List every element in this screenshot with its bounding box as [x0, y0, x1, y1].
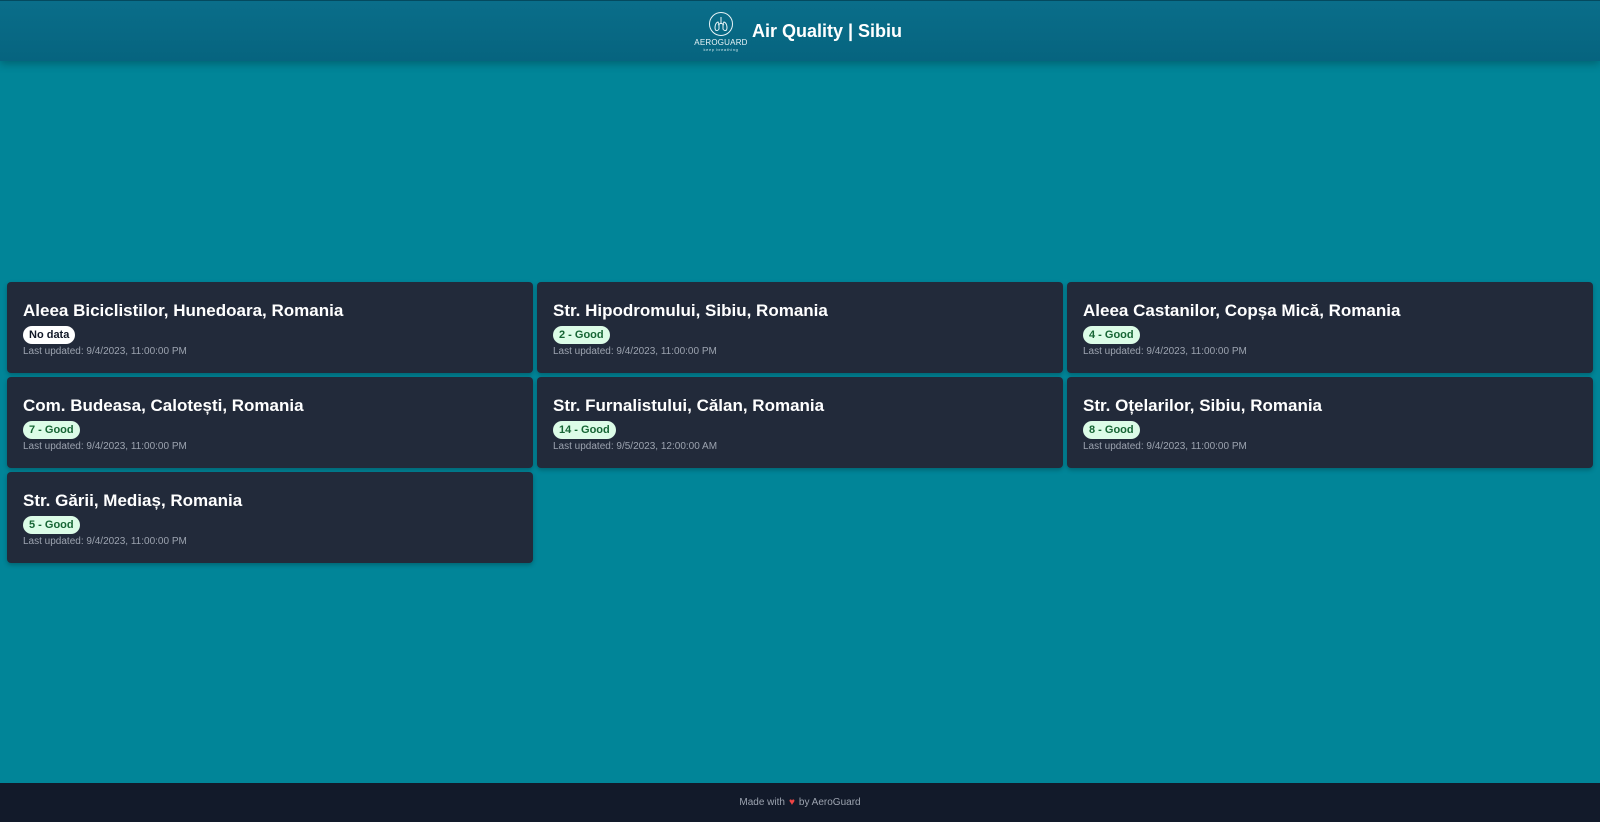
station-card[interactable]: Str. Oțelarilor, Sibiu, Romania 8 - Good… — [1067, 377, 1593, 468]
heart-icon: ♥ — [788, 797, 795, 808]
aqi-badge: No data — [23, 326, 76, 344]
last-updated: Last updated: 9/4/2023, 11:00:00 PM — [1083, 441, 1247, 452]
footer-by: by AeroGuard — [798, 797, 861, 808]
station-name: Str. Furnalistului, Călan, Romania — [553, 396, 825, 415]
footer-made-with: Made with — [739, 797, 785, 808]
station-card[interactable]: Str. Gării, Mediaș, Romania 5 - Good Las… — [7, 472, 533, 563]
last-updated: Last updated: 9/4/2023, 11:00:00 PM — [23, 346, 187, 357]
app-footer: Made with ♥ by AeroGuard — [0, 783, 1600, 822]
station-card[interactable]: Com. Budeasa, Calotești, Romania 7 - Goo… — [7, 377, 533, 468]
station-card[interactable]: Aleea Castanilor, Copșa Mică, Romania 4 … — [1067, 282, 1593, 373]
app-header: AEROGUARD keep breathing Air Quality | S… — [0, 0, 1600, 61]
last-updated: Last updated: 9/5/2023, 12:00:00 AM — [553, 441, 718, 452]
station-name: Aleea Biciclistilor, Hunedoara, Romania — [23, 301, 344, 320]
last-updated: Last updated: 9/4/2023, 11:00:00 PM — [553, 346, 717, 357]
last-updated: Last updated: 9/4/2023, 11:00:00 PM — [23, 441, 187, 452]
brand[interactable]: AEROGUARD keep breathing Air Quality | S… — [694, 11, 903, 52]
station-card[interactable]: Str. Hipodromului, Sibiu, Romania 2 - Go… — [537, 282, 1063, 373]
lungs-icon — [708, 11, 733, 36]
aeroguard-logo[interactable]: AEROGUARD keep breathing — [694, 11, 747, 52]
logo-text: AEROGUARD — [694, 37, 748, 47]
aqi-badge: 7 - Good — [23, 421, 80, 439]
last-updated: Last updated: 9/4/2023, 11:00:00 PM — [1083, 346, 1247, 357]
logo-tagline: keep breathing — [703, 46, 739, 52]
station-name: Str. Gării, Mediaș, Romania — [23, 491, 243, 510]
station-name: Str. Oțelarilor, Sibiu, Romania — [1083, 396, 1323, 415]
station-grid: Aleea Biciclistilor, Hunedoara, Romania … — [7, 282, 1593, 563]
station-name: Aleea Castanilor, Copșa Mică, Romania — [1083, 301, 1401, 320]
station-card[interactable]: Aleea Biciclistilor, Hunedoara, Romania … — [7, 282, 533, 373]
last-updated: Last updated: 9/4/2023, 11:00:00 PM — [23, 536, 187, 547]
station-name: Str. Hipodromului, Sibiu, Romania — [553, 301, 828, 320]
aqi-badge: 2 - Good — [553, 326, 610, 344]
aqi-badge: 5 - Good — [23, 516, 80, 534]
station-name: Com. Budeasa, Calotești, Romania — [23, 396, 304, 415]
aqi-badge: 4 - Good — [1083, 326, 1140, 344]
aqi-badge: 8 - Good — [1083, 421, 1140, 439]
page-title: Air Quality | Sibiu — [751, 20, 903, 41]
aqi-badge: 14 - Good — [553, 421, 616, 439]
station-card[interactable]: Str. Furnalistului, Călan, Romania 14 - … — [537, 377, 1063, 468]
